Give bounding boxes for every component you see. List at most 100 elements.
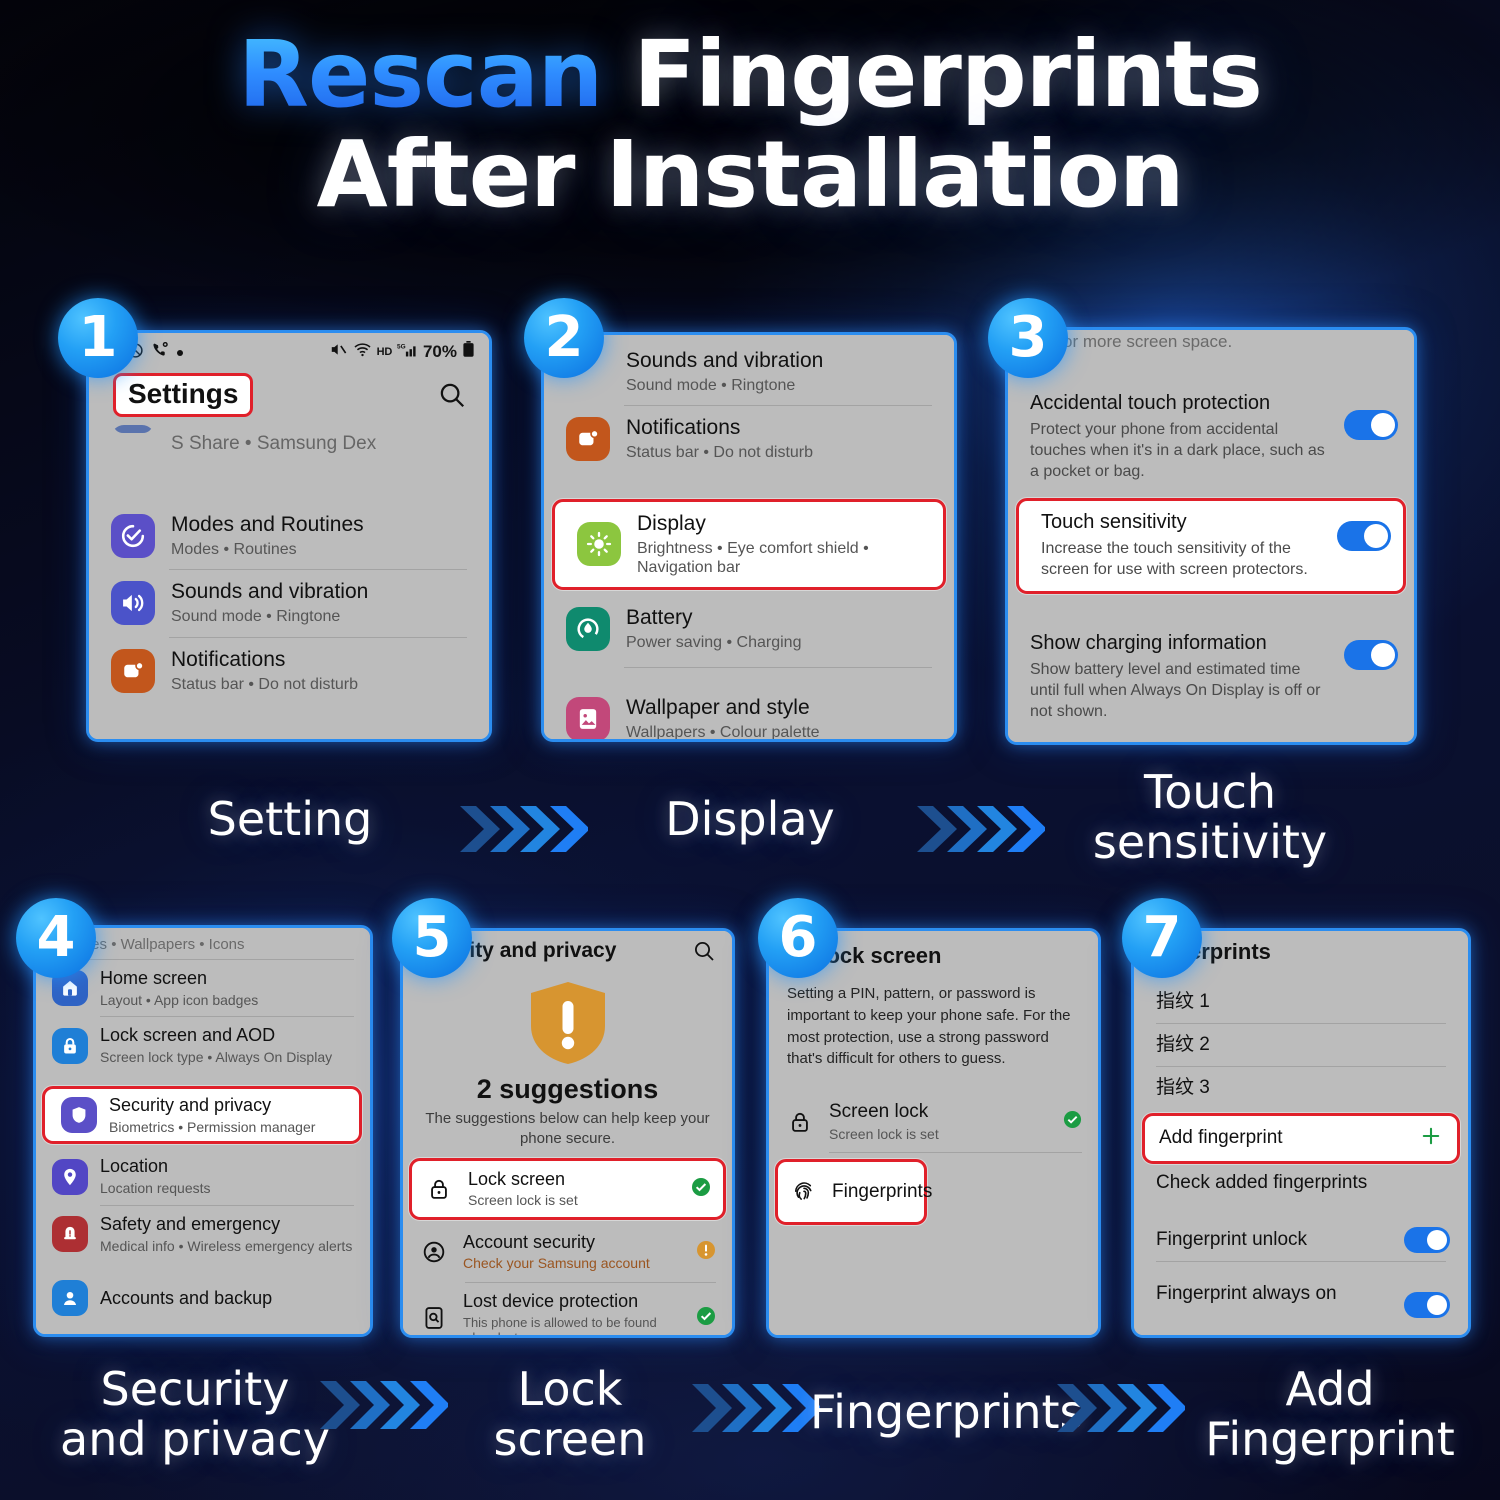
suggestions-count-title: 2 suggestions xyxy=(476,1074,659,1104)
wifi-icon xyxy=(353,340,372,364)
suggestion-account-security[interactable]: Account security Check your Samsung acco… xyxy=(403,1222,732,1282)
settings-row-security-privacy[interactable]: Security and privacy Biometrics • Permis… xyxy=(42,1085,362,1145)
toggle-fingerprint-always-on[interactable] xyxy=(1404,1292,1450,1319)
settings-row-display[interactable]: Display Brightness • Eye comfort shield … xyxy=(552,498,946,591)
row-subtitle: Location requests xyxy=(100,1180,211,1197)
title-accent-word: Rescan xyxy=(238,21,603,128)
row-title: Location xyxy=(100,1156,169,1177)
partial-row-top[interactable]: S Share • Samsung Dex xyxy=(89,425,489,473)
warning-shield-icon xyxy=(527,982,609,1071)
row-title: 指纹 1 xyxy=(1156,991,1210,1012)
check-added-fingerprints-button[interactable]: Check added fingerprints xyxy=(1134,1164,1468,1202)
status-badge-ok xyxy=(1063,1110,1082,1134)
row-description: Increase the touch sensitivity of the sc… xyxy=(1041,540,1308,579)
toggle-touch-sensitivity[interactable] xyxy=(1337,521,1391,552)
settings-row-accounts-backup[interactable]: Accounts and backup xyxy=(36,1276,370,1320)
lock-screen-row-fingerprints[interactable]: Fingerprints xyxy=(775,1159,932,1225)
plus-icon[interactable] xyxy=(1419,1124,1443,1153)
step-badge-2: 2 xyxy=(524,298,604,378)
settings-row-location[interactable]: Location Location requests xyxy=(36,1148,370,1204)
panel-security-privacy-list: hemes • Wallpapers • Icons Home screen L… xyxy=(33,925,373,1337)
lock-outline-icon xyxy=(424,1167,454,1211)
row-subtitle: This phone is allowed to be found when l… xyxy=(463,1314,657,1338)
settings-row-modes[interactable]: Modes and Routines Modes • Routines xyxy=(89,503,489,569)
panel-touch-sensitivity: res for more screen space. Accidental to… xyxy=(1005,327,1417,745)
toggle-fingerprint-unlock[interactable] xyxy=(1404,1227,1450,1254)
search-icon[interactable] xyxy=(437,380,467,410)
setting-touch-sensitivity[interactable]: Touch sensitivity Increase the touch sen… xyxy=(1016,498,1406,594)
row-subtitle: Status bar • Do not disturb xyxy=(626,444,814,462)
row-title: Touch sensitivity xyxy=(1041,511,1187,534)
panel-display-list: Sounds and vibration Sound mode • Ringto… xyxy=(541,332,957,742)
chevron-arrows-5 xyxy=(1055,1378,1185,1438)
hero-section: 2 suggestions The suggestions below can … xyxy=(403,979,732,1148)
fingerprint-item-3[interactable]: 指纹 3 xyxy=(1134,1067,1468,1109)
partial-row-label: S Share • Samsung Dex xyxy=(171,432,377,454)
row-title: Fingerprint always on xyxy=(1156,1283,1337,1305)
fingerprint-item-1[interactable]: 指纹 1 xyxy=(1134,981,1468,1023)
toggle-accidental-touch[interactable] xyxy=(1344,410,1398,440)
toggle-show-charging[interactable] xyxy=(1344,639,1398,670)
row-title: Show charging information xyxy=(1030,631,1267,654)
notifications-icon xyxy=(111,648,155,693)
svg-text:5G: 5G xyxy=(397,343,406,350)
fingerprint-item-2[interactable]: 指纹 2 xyxy=(1134,1024,1468,1066)
row-title: Screen lock xyxy=(829,1101,929,1123)
mute-icon xyxy=(329,340,348,364)
wallpaper-icon xyxy=(566,696,610,739)
panel-fingerprints: ingerprints 指纹 1 指纹 2 指纹 3 Add fingerpri… xyxy=(1131,928,1471,1338)
step-badge-5: 5 xyxy=(392,898,472,978)
row-title: Check added fingerprints xyxy=(1156,1171,1368,1193)
add-fingerprint-button[interactable]: Add fingerprint xyxy=(1142,1112,1460,1164)
row-description: Protect your phone from accidental touch… xyxy=(1030,421,1325,481)
setting-accidental-touch-protection[interactable]: Accidental touch protection Protect your… xyxy=(1008,382,1414,492)
settings-row-sounds[interactable]: Sounds and vibration Sound mode • Ringto… xyxy=(89,570,489,636)
step-badge-6: 6 xyxy=(758,898,838,978)
status-bar: HD 5G 70% xyxy=(89,333,489,367)
row-subtitle: Power saving • Charging xyxy=(626,634,802,652)
panel-security-suggestions: ecurity and privacy 2 suggestions The su… xyxy=(400,928,735,1338)
settings-row-notifications[interactable]: Notifications Status bar • Do not distur… xyxy=(89,638,489,704)
app-header: Settings xyxy=(89,367,489,425)
title-rest: Fingerprints xyxy=(602,21,1263,128)
row-title: Sounds and vibration xyxy=(171,580,369,604)
step-badge-1: 1 xyxy=(58,298,138,378)
chevron-arrows-2 xyxy=(915,798,1045,860)
lock-screen-row-screen-lock[interactable]: Screen lock Screen lock is set xyxy=(769,1092,1098,1152)
setting-show-charging-information[interactable]: Show charging information Show battery l… xyxy=(1008,622,1414,732)
row-title: Lock screen and AOD xyxy=(100,1025,276,1046)
page-title: Settings xyxy=(113,373,254,417)
settings-row-home-screen[interactable]: Home screen Layout • App icon badges xyxy=(36,960,370,1016)
settings-row-wallpaper[interactable]: Wallpaper and style Wallpapers • Colour … xyxy=(544,686,954,739)
caption-add-fingerprint: Add Fingerprint xyxy=(1205,1362,1455,1466)
row-subtitle: Modes • Routines xyxy=(171,541,297,559)
fingerprint-unlock-row[interactable]: Fingerprint unlock xyxy=(1134,1219,1468,1261)
search-icon[interactable] xyxy=(692,939,716,963)
row-title: Accidental touch protection xyxy=(1030,392,1271,414)
row-title: Display xyxy=(637,511,706,535)
row-title: Battery xyxy=(626,606,693,630)
row-title: Lost device protection xyxy=(463,1291,639,1311)
setting-screen-saver[interactable]: Screen saver xyxy=(1008,743,1414,745)
poster-title: Rescan Fingerprints After Installation xyxy=(0,28,1500,222)
suggestion-lost-device-protection[interactable]: Lost device protection This phone is all… xyxy=(403,1283,732,1338)
hd-icon: HD xyxy=(376,346,393,358)
caption-fingerprints: Fingerprints xyxy=(810,1385,1084,1439)
row-title: Account security xyxy=(463,1231,596,1252)
settings-row-lock-screen-aod[interactable]: Lock screen and AOD Screen lock type • A… xyxy=(36,1017,370,1073)
chevron-arrows-4 xyxy=(690,1378,820,1438)
settings-row-notifications[interactable]: Notifications Status bar • Do not distur… xyxy=(544,406,954,472)
settings-row-battery[interactable]: Battery Power saving • Charging xyxy=(544,596,954,662)
settings-row-sounds[interactable]: Sounds and vibration Sound mode • Ringto… xyxy=(544,341,954,405)
fingerprint-always-on-row[interactable]: Fingerprint always on xyxy=(1134,1262,1468,1319)
row-title: Wallpaper and style xyxy=(626,695,810,719)
suggestion-lock-screen[interactable]: Lock screen Screen lock is set xyxy=(409,1158,726,1220)
row-description: Show battery level and estimated time un… xyxy=(1030,660,1321,720)
row-title: Lock screen xyxy=(468,1168,566,1189)
settings-row-safety-emergency[interactable]: Safety and emergency Medical info • Wire… xyxy=(36,1206,370,1262)
display-icon xyxy=(577,522,621,567)
row-title: Notifications xyxy=(171,647,286,671)
row-subtitle: Screen lock is set xyxy=(468,1192,578,1209)
caption-display: Display xyxy=(665,792,835,846)
status-badge-ok xyxy=(696,1306,716,1331)
